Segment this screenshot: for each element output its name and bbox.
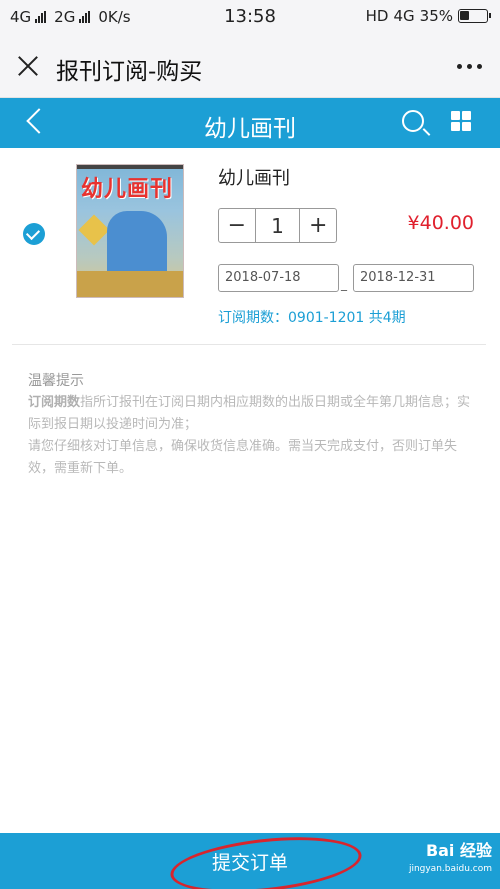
magazine-cover-image[interactable]: 幼儿画刊 xyxy=(76,164,184,298)
product-name: 幼儿画刊 xyxy=(218,168,290,189)
select-checkbox[interactable] xyxy=(23,223,45,245)
quantity-input[interactable]: 1 xyxy=(256,209,300,242)
divider xyxy=(12,344,486,345)
close-icon[interactable] xyxy=(14,52,42,80)
end-date-field[interactable]: 2018-12-31 xyxy=(353,264,474,292)
tips-line-2: 请您仔细核对订单信息，确保收货信息准确。需当天完成支付，否则订单失效，需重新下单… xyxy=(28,439,458,476)
network-label-4g-right: 4G xyxy=(393,7,415,25)
search-icon[interactable] xyxy=(402,110,424,132)
decrease-button[interactable]: − xyxy=(219,209,256,242)
tips-term: 订阅期数 xyxy=(28,395,81,410)
cart-item: 幼儿画刊 幼儿画刊 − 1 + ¥40.00 2018-07-18 _ 2018… xyxy=(0,148,500,344)
tips-line-1: 订阅期数指所订报刊在订阅日期内相应期数的出版日期或全年第几期信息；实际到报日期以… xyxy=(28,392,474,436)
watermark-logo: Bai 经验 xyxy=(425,841,492,860)
nav-bar: 幼儿画刊 xyxy=(0,98,500,148)
tips-line-1-text: 指所订报刊在订阅日期内相应期数的出版日期或全年第几期信息；实际到报日期以投递时间… xyxy=(28,395,471,432)
tips-title: 温馨提示 xyxy=(28,373,84,389)
battery-percent: 35% xyxy=(419,7,453,25)
increase-button[interactable]: + xyxy=(299,209,336,242)
wechat-header: 报刊订阅-购买 xyxy=(0,36,500,98)
watermark: Bai 经验 jingyan.baidu.com xyxy=(409,842,492,878)
bottom-bar: 提交订单 Bai 经验 jingyan.baidu.com xyxy=(0,829,500,889)
battery-icon xyxy=(458,9,491,23)
cover-strip xyxy=(77,165,183,169)
more-icon[interactable] xyxy=(457,64,482,69)
tips-section: 温馨提示 订阅期数指所订报刊在订阅日期内相应期数的出版日期或全年第几期信息；实际… xyxy=(28,370,474,480)
cover-kite xyxy=(78,214,110,246)
price: ¥40.00 xyxy=(407,212,474,234)
date-separator: _ xyxy=(341,277,347,291)
subscription-periods: 订阅期数：0901-1201 共4期 xyxy=(218,310,406,326)
watermark-url: jingyan.baidu.com xyxy=(408,864,492,874)
page-title: 报刊订阅-购买 xyxy=(56,59,203,85)
status-bar: 4G 2G 0K/s 13:58 HD 4G 35% xyxy=(0,0,500,36)
annotation-circle xyxy=(167,829,365,889)
quantity-stepper: − 1 + xyxy=(218,208,337,243)
cover-ground xyxy=(77,271,183,297)
nav-title: 幼儿画刊 xyxy=(204,116,296,142)
hd-label: HD xyxy=(365,7,389,25)
grid-menu-icon[interactable] xyxy=(451,111,471,131)
start-date-field[interactable]: 2018-07-18 xyxy=(218,264,339,292)
cover-masthead: 幼儿画刊 xyxy=(81,176,174,202)
